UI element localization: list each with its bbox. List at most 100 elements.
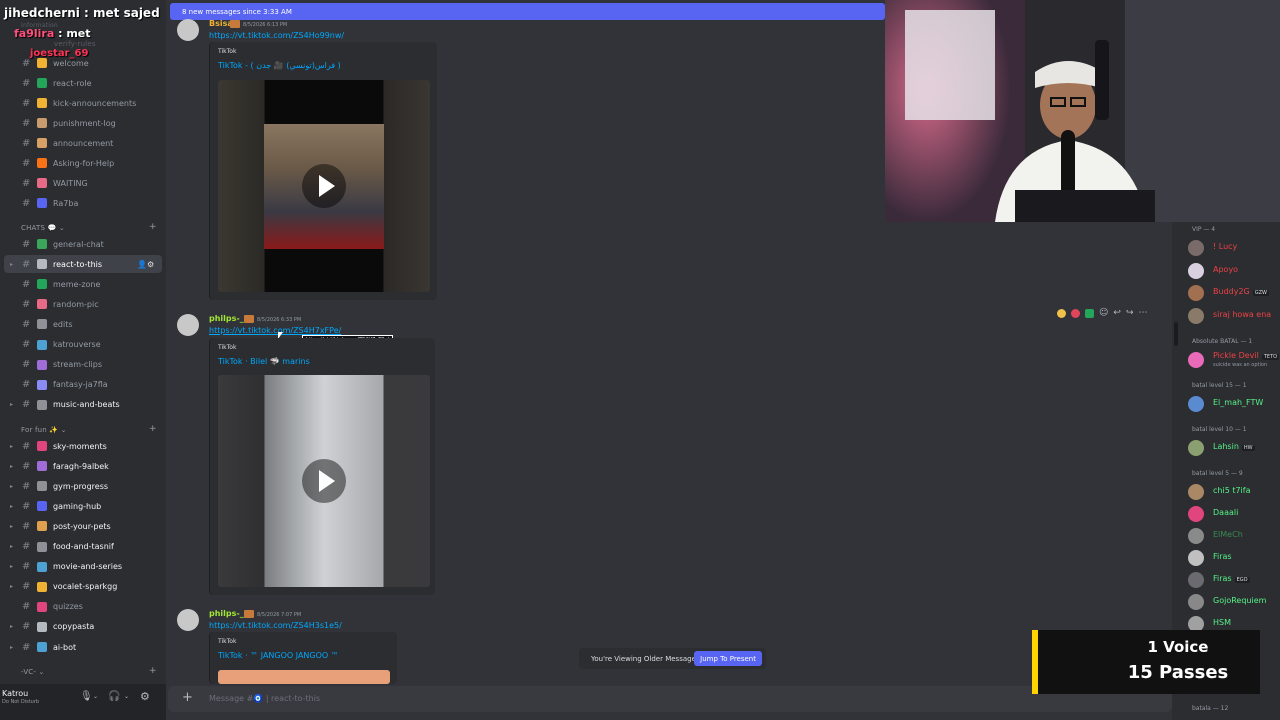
channel-name: movie-and-series — [53, 562, 123, 572]
hashtag-icon: # — [22, 278, 31, 290]
more-options-icon[interactable]: ⋯ — [1138, 308, 1147, 318]
video-player[interactable] — [218, 375, 430, 587]
channel-random-pic[interactable]: # random-pic — [0, 295, 166, 313]
message-link[interactable]: https://vt.tiktok.com/ZS4H3s1e5/ — [209, 621, 342, 630]
channel-food-and-tasnif[interactable]: ▸ # food-and-tasnif — [0, 538, 166, 556]
channel-faragh-9albek[interactable]: ▸ # faragh-9albek — [0, 457, 166, 475]
channel-name: music-and-beats — [53, 400, 120, 410]
avatar[interactable] — [177, 314, 199, 336]
channel-name: punishment-log — [53, 118, 116, 128]
microphone-icon[interactable]: 🎙 — [80, 691, 93, 702]
channel-react-to-this[interactable]: ▸ # react-to-this 👤⚙ — [4, 255, 162, 274]
member-item[interactable]: Pickle Devil TETO suicide was an option — [1188, 350, 1280, 368]
chevron-down-icon[interactable]: ⌄ — [124, 693, 129, 700]
member-item[interactable]: chi5 t7ifa — [1188, 482, 1280, 500]
member-item[interactable]: El_mah_FTW — [1188, 394, 1280, 412]
channel-react-role[interactable]: # react-role — [0, 74, 166, 92]
channel-fantasy-ja7fla[interactable]: # fantasy-ja7fla — [0, 376, 166, 394]
member-item[interactable]: Daaali — [1188, 504, 1280, 522]
channel-stream-clips[interactable]: # stream-clips — [0, 356, 166, 374]
message-link[interactable]: https://vt.tiktok.com/ZS4Ho99nw/ — [209, 31, 344, 40]
channel-punishment-log[interactable]: # punishment-log — [0, 114, 166, 132]
reaction-emoji-icon[interactable] — [1057, 308, 1066, 318]
chat-scrollbar[interactable] — [1174, 322, 1178, 346]
member-item[interactable]: GojoRequiem — [1188, 592, 1280, 610]
member-item[interactable]: ElMeCh — [1188, 526, 1280, 544]
video-player[interactable] — [218, 80, 430, 292]
embed-title[interactable]: TikTok · Bilel 🦈 marins — [218, 357, 310, 366]
channel-gaming-hub[interactable]: ▸ # gaming-hub — [0, 497, 166, 515]
headphones-icon[interactable]: 🎧 — [108, 691, 120, 702]
message-link[interactable]: https://vt.tiktok.com/ZS4H7xFPe/ — [209, 326, 341, 335]
member-name: Firas — [1213, 552, 1232, 561]
channel-katrouverse[interactable]: # katrouverse — [0, 336, 166, 354]
add-channel-icon[interactable]: + — [149, 424, 157, 434]
avatar[interactable] — [177, 19, 199, 41]
channel-name: copypasta — [53, 622, 95, 632]
role-badge-icon — [230, 20, 240, 28]
message-author[interactable]: philps-_- — [209, 609, 247, 618]
add-reaction-icon[interactable]: ☺ — [1099, 308, 1108, 318]
new-messages-banner[interactable]: 8 new messages since 3:33 AM — [170, 3, 885, 20]
jump-to-present-button[interactable]: Jump To Present — [694, 651, 762, 666]
channel-post-your-pets[interactable]: ▸ # post-your-pets — [0, 517, 166, 535]
play-icon[interactable] — [302, 459, 346, 503]
channel-kick-announcements[interactable]: # kick-announcements — [0, 94, 166, 112]
category-vc[interactable]: -VC- ⌄ — [21, 668, 45, 676]
category-fun[interactable]: For fun ✨ ⌄ — [21, 426, 67, 434]
message-composer[interactable]: + Message #🧿 | react-to-this — [168, 686, 1172, 712]
avatar — [1188, 484, 1204, 500]
link-embed: TikTok TikTok · Bilel 🦈 marins — [209, 338, 435, 595]
channel-ra7ba[interactable]: # Ra7ba — [0, 194, 166, 212]
avatar[interactable] — [177, 609, 199, 631]
channel-name: kick-announcements — [53, 98, 137, 108]
member-item[interactable]: Buddy2G GZW — [1188, 283, 1280, 301]
reaction-heart-icon[interactable] — [1071, 308, 1080, 318]
channel-sky-moments[interactable]: ▸ # sky-moments — [0, 437, 166, 455]
channel-announcement[interactable]: # announcement — [0, 134, 166, 152]
member-item[interactable]: Firas EGO — [1188, 570, 1280, 588]
member-item[interactable]: Lahsin HW — [1188, 438, 1280, 456]
hashtag-icon: # — [22, 500, 31, 512]
add-channel-icon[interactable]: + — [149, 222, 157, 232]
channel-asking-for-help[interactable]: # Asking-for-Help — [0, 154, 166, 172]
member-name: Pickle Devil TETO — [1213, 351, 1280, 360]
hashtag-icon: # — [22, 258, 31, 270]
link-embed: TikTok TikTok · ™ JANGOO JANGOO ™ — [209, 632, 397, 684]
play-icon[interactable] — [302, 164, 346, 208]
channel-copypasta[interactable]: ▸ # copypasta — [0, 618, 166, 636]
channel-vocalet-sparkgg[interactable]: ▸ # vocalet-sparkgg — [0, 578, 166, 596]
add-attachment-icon[interactable]: + — [182, 690, 193, 705]
channel-meme-zone[interactable]: # meme-zone — [0, 275, 166, 293]
promo-banner: 1 Voice 15 Passes — [1032, 630, 1260, 694]
channel-quizzes[interactable]: # quizzes — [0, 598, 166, 616]
message-input[interactable]: Message #🧿 | react-to-this — [209, 694, 320, 703]
member-name: Apoyo — [1213, 264, 1239, 274]
channel-gym-progress[interactable]: ▸ # gym-progress — [0, 477, 166, 495]
channel-general-chat[interactable]: # general-chat — [0, 235, 166, 253]
settings-gear-icon[interactable]: ⚙ — [140, 690, 150, 703]
reply-icon[interactable]: ↩ — [1113, 308, 1121, 318]
channel-settings-icon[interactable]: 👤⚙ — [137, 260, 154, 269]
channel-movie-and-series[interactable]: ▸ # movie-and-series — [0, 558, 166, 576]
message-author[interactable]: philps-_- — [209, 314, 247, 323]
overlay-chat-line: joestar_69 — [30, 48, 89, 59]
member-item[interactable]: Firas — [1188, 548, 1280, 566]
channel-edits[interactable]: # edits — [0, 315, 166, 333]
embed-title[interactable]: TikTok · ™ JANGOO JANGOO ™ — [218, 651, 339, 660]
member-item[interactable]: siraj howa ena — [1188, 306, 1280, 324]
member-item[interactable]: Apoyo — [1188, 261, 1280, 279]
category-chats[interactable]: CHATS 💬 ⌄ — [21, 224, 65, 232]
member-item[interactable]: ! Lucy — [1188, 238, 1280, 256]
forward-icon[interactable]: ↪ — [1126, 308, 1134, 318]
channel-ai-bot[interactable]: ▸ # ai-bot — [0, 638, 166, 656]
add-channel-icon[interactable]: + — [149, 666, 157, 676]
channel-waiting[interactable]: # WAITING — [0, 174, 166, 192]
channel-music-and-beats[interactable]: ▸ # music-and-beats — [0, 396, 166, 414]
reaction-check-icon[interactable] — [1085, 308, 1094, 318]
channel-emoji-icon — [37, 601, 47, 612]
chevron-down-icon[interactable]: ⌄ — [93, 693, 98, 700]
embed-title[interactable]: TikTok - ( فراس(تونسي) 🎥 جدن ) — [218, 61, 341, 70]
channel-name: random-pic — [53, 299, 99, 309]
video-thumbnail[interactable] — [218, 670, 390, 684]
